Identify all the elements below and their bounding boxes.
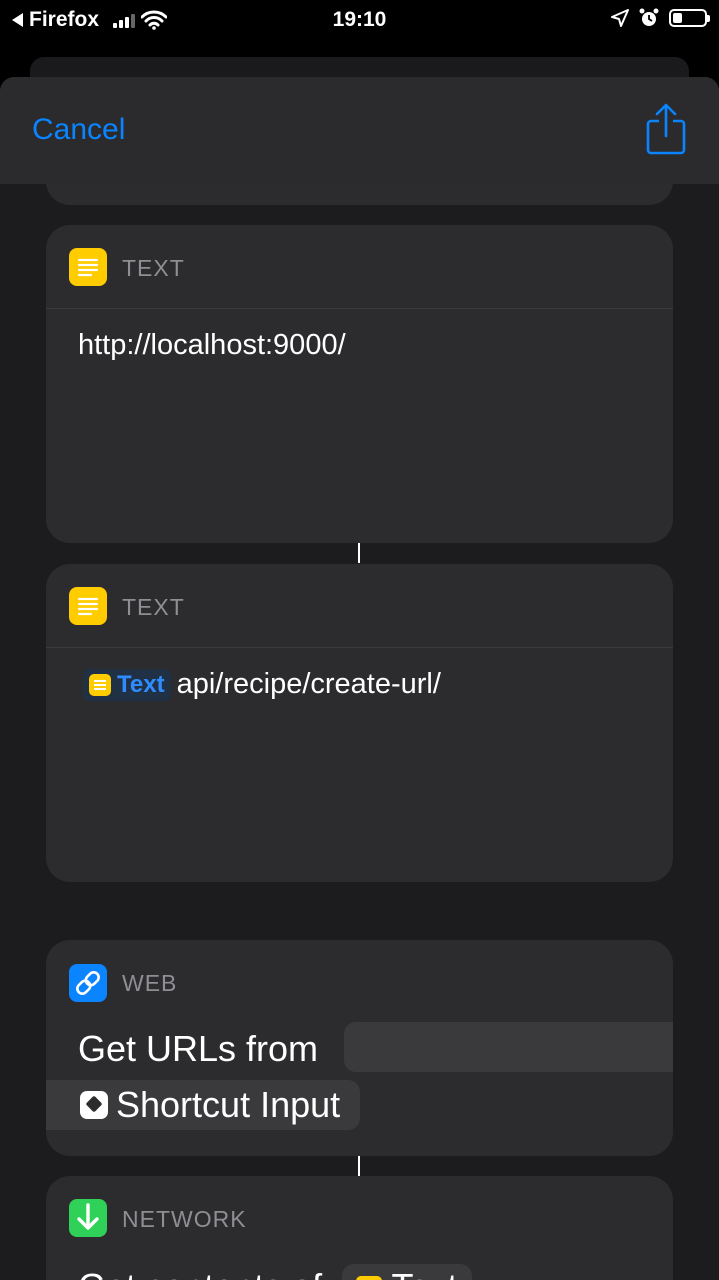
text-icon — [69, 587, 107, 625]
shortcut-input-icon — [80, 1091, 108, 1119]
link-icon — [69, 964, 107, 1002]
shortcut-input-label: Shortcut Input — [116, 1084, 341, 1125]
text-variable-chip[interactable]: Text — [342, 1264, 472, 1280]
text-content-value: api/recipe/create-url/ — [176, 668, 441, 700]
action-description-text: Get contents of — [78, 1266, 322, 1280]
shortcut-input-chip[interactable]: Shortcut Input — [46, 1080, 361, 1130]
text-variable-chip[interactable]: Text — [83, 669, 171, 702]
text-action-card[interactable]: TEXT http://localhost:9000/ — [46, 225, 673, 543]
alarm-icon — [639, 8, 659, 26]
text-action-card[interactable]: TEXT Text api/recipe/create-url/ — [46, 564, 673, 882]
action-category: WEB — [122, 970, 178, 996]
cancel-button[interactable]: Cancel — [32, 113, 125, 147]
variable-label: Text — [392, 1266, 458, 1280]
share-icon[interactable] — [646, 103, 686, 155]
variable-label: Text — [117, 671, 165, 699]
text-icon — [89, 674, 111, 697]
get-contents-action-card[interactable]: NETWORK Get contents of Text — [46, 1176, 673, 1280]
shortcut-editor-sheet: Cancel TEXT http://localhost:9000/ TEXT — [0, 77, 719, 1280]
action-category: NETWORK — [122, 1206, 247, 1232]
action-description: Get URLs from — [78, 1028, 319, 1069]
text-content-field[interactable]: http://localhost:9000/ — [78, 329, 346, 362]
action-category: TEXT — [122, 255, 185, 281]
location-icon — [611, 9, 629, 27]
get-urls-action-card[interactable]: WEB Get URLs from Shortcut Input — [46, 940, 673, 1156]
action-connector — [358, 1156, 360, 1176]
download-icon — [69, 1199, 107, 1237]
battery-icon — [669, 9, 710, 27]
action-description: Get contents of Text — [78, 1264, 472, 1280]
action-category: TEXT — [122, 594, 185, 620]
text-icon — [356, 1276, 383, 1280]
text-content-field[interactable]: Text api/recipe/create-url/ — [83, 668, 441, 702]
action-connector — [358, 543, 360, 563]
status-bar: Firefox 19:10 — [0, 0, 719, 40]
nav-bar: Cancel — [0, 77, 719, 184]
empty-parameter-field[interactable] — [344, 1022, 673, 1072]
text-icon — [69, 248, 107, 286]
